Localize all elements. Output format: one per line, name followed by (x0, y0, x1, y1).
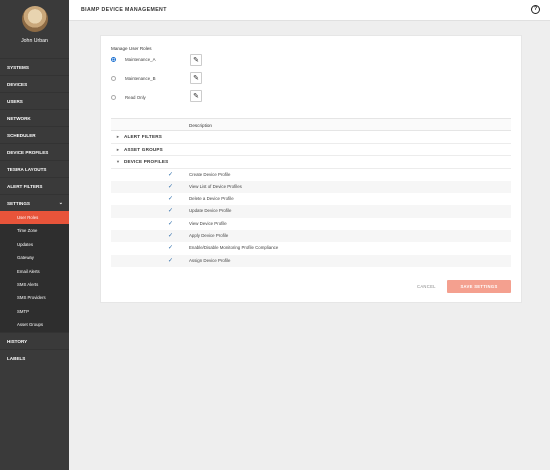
group-row-alert-filters[interactable]: ► ALERT FILTERS (111, 131, 511, 144)
permission-label: Enable/Disable Monitoring Profile Compli… (189, 245, 279, 251)
permission-label: Assign Device Profile (189, 257, 231, 263)
check-icon[interactable]: ✓ (168, 255, 173, 267)
permission-label: Delete a Device Profile (189, 196, 234, 202)
cancel-button[interactable]: CANCEL (417, 284, 436, 289)
nav-scheduler[interactable]: SCHEDULER (0, 126, 69, 143)
pencil-icon: ✎ (193, 57, 199, 64)
avatar[interactable] (21, 6, 48, 32)
role-radio[interactable] (111, 76, 116, 81)
group-label: ALERT FILTERS (124, 134, 162, 139)
edit-role-button[interactable]: ✎ (190, 90, 202, 102)
permissions-table-header: Description (111, 118, 511, 131)
nav-labels[interactable]: LABELS (0, 348, 69, 366)
pencil-icon: ✎ (193, 75, 199, 82)
role-label: Maintenance_A (125, 57, 156, 62)
sub-smtp[interactable]: SMTP (0, 305, 69, 318)
sub-email-alerts[interactable]: Email Alerts (0, 265, 69, 278)
group-row-device-profiles[interactable]: ▼ DEVICE PROFILES (111, 156, 511, 169)
caret-down-icon: ▼ (116, 159, 121, 164)
permission-row[interactable]: ✓ Create Device Profile (111, 169, 511, 181)
user-profile: John Urban (0, 0, 69, 58)
sub-sms-alerts[interactable]: SMS Alerts (0, 278, 69, 291)
nav-devices[interactable]: DEVICES (0, 75, 69, 92)
pencil-icon: ✎ (193, 93, 199, 100)
permission-label: View Device Profile (189, 220, 227, 226)
sub-gateway[interactable]: Gateway (0, 251, 69, 264)
description-column-header: Description (189, 123, 212, 128)
check-icon[interactable]: ✓ (168, 205, 173, 217)
sub-user-roles[interactable]: User Roles (0, 211, 69, 225)
nav-history[interactable]: HISTORY (0, 331, 69, 349)
sub-updates[interactable]: Updates (0, 238, 69, 251)
group-row-asset-groups[interactable]: ► ASSET GROUPS (111, 144, 511, 156)
sub-sms-providers[interactable]: SMS Providers (0, 291, 69, 304)
permission-row[interactable]: ✓ Enable/Disable Monitoring Profile Compl… (111, 242, 511, 254)
permission-row[interactable]: ✓ Update Device Profile (111, 205, 511, 218)
bottom-nav: HISTORY LABELS (0, 331, 69, 366)
nav-device-profiles[interactable]: DEVICE PROFILES (0, 143, 69, 160)
sub-asset-groups[interactable]: Asset Groups (0, 318, 69, 331)
permissions-table: Description ► ALERT FILTERS ► ASSET GROUPS… (111, 118, 511, 267)
manage-roles-title: Manage User Roles (111, 46, 152, 51)
group-label: DEVICE PROFILES (124, 159, 169, 164)
nav-network[interactable]: NETWORK (0, 109, 69, 126)
group-label: ASSET GROUPS (124, 146, 163, 152)
save-settings-button[interactable]: SAVE SETTINGS (447, 280, 511, 293)
permission-row[interactable]: ✓ Apply Device Profile (111, 229, 511, 243)
role-label: Read Only (125, 95, 146, 100)
check-icon[interactable]: ✓ (168, 181, 173, 193)
username: John Urban (21, 38, 48, 44)
chevron-down-icon: ⌄ (58, 200, 63, 206)
edit-role-button[interactable]: ✎ (190, 54, 202, 66)
permission-row[interactable]: ✓ View Device Profile (111, 218, 511, 230)
nav-settings-label: SETTINGS (7, 201, 30, 206)
nav-settings[interactable]: SETTINGS ⌄ (0, 194, 69, 211)
caret-right-icon: ► (116, 146, 121, 152)
role-radio[interactable] (111, 95, 116, 100)
check-icon[interactable]: ✓ (168, 230, 173, 242)
permission-row[interactable]: ✓ Delete a Device Profile (111, 193, 511, 205)
check-icon[interactable]: ✓ (168, 218, 173, 230)
settings-submenu: User Roles Time Zone Updates Gateway Ema… (0, 211, 69, 332)
permission-label: Update Device Profile (189, 208, 232, 214)
user-roles-card: Manage User Roles Maintenance_A ✎ Mainte… (100, 35, 522, 303)
nav-users[interactable]: USERS (0, 92, 69, 109)
page-title: BIAMP DEVICE MANAGEMENT (81, 7, 167, 13)
permission-row[interactable]: ✓ Assign Device Profile (111, 254, 511, 267)
main-nav: SYSTEMS DEVICES USERS NETWORK SCHEDULER … (0, 58, 69, 211)
check-icon[interactable]: ✓ (168, 169, 173, 181)
sidebar: John Urban SYSTEMS DEVICES USERS NETWORK… (0, 0, 69, 470)
help-icon[interactable]: ? (531, 5, 540, 14)
nav-systems[interactable]: SYSTEMS (0, 58, 69, 75)
permission-label: Apply Device Profile (189, 232, 229, 238)
role-radio-selected[interactable] (111, 57, 116, 62)
permission-rows: ✓ Create Device Profile ✓ View List of Dev… (111, 169, 511, 267)
sub-time-zone[interactable]: Time Zone (0, 224, 69, 237)
permission-row[interactable]: ✓ View List of Device Profiles (111, 180, 511, 194)
check-icon[interactable]: ✓ (168, 193, 173, 205)
nav-tesira-layouts[interactable]: TESIRA LAYOUTS (0, 160, 69, 177)
role-label: Maintenance_B (125, 76, 156, 81)
check-icon[interactable]: ✓ (168, 242, 173, 254)
top-header: BIAMP DEVICE MANAGEMENT ? (69, 0, 550, 21)
nav-alert-filters[interactable]: ALERT FILTERS (0, 177, 69, 194)
edit-role-button[interactable]: ✎ (190, 72, 202, 84)
permission-label: Create Device Profile (189, 171, 231, 177)
caret-right-icon: ► (116, 134, 121, 139)
permission-label: View List of Device Profiles (189, 183, 242, 189)
